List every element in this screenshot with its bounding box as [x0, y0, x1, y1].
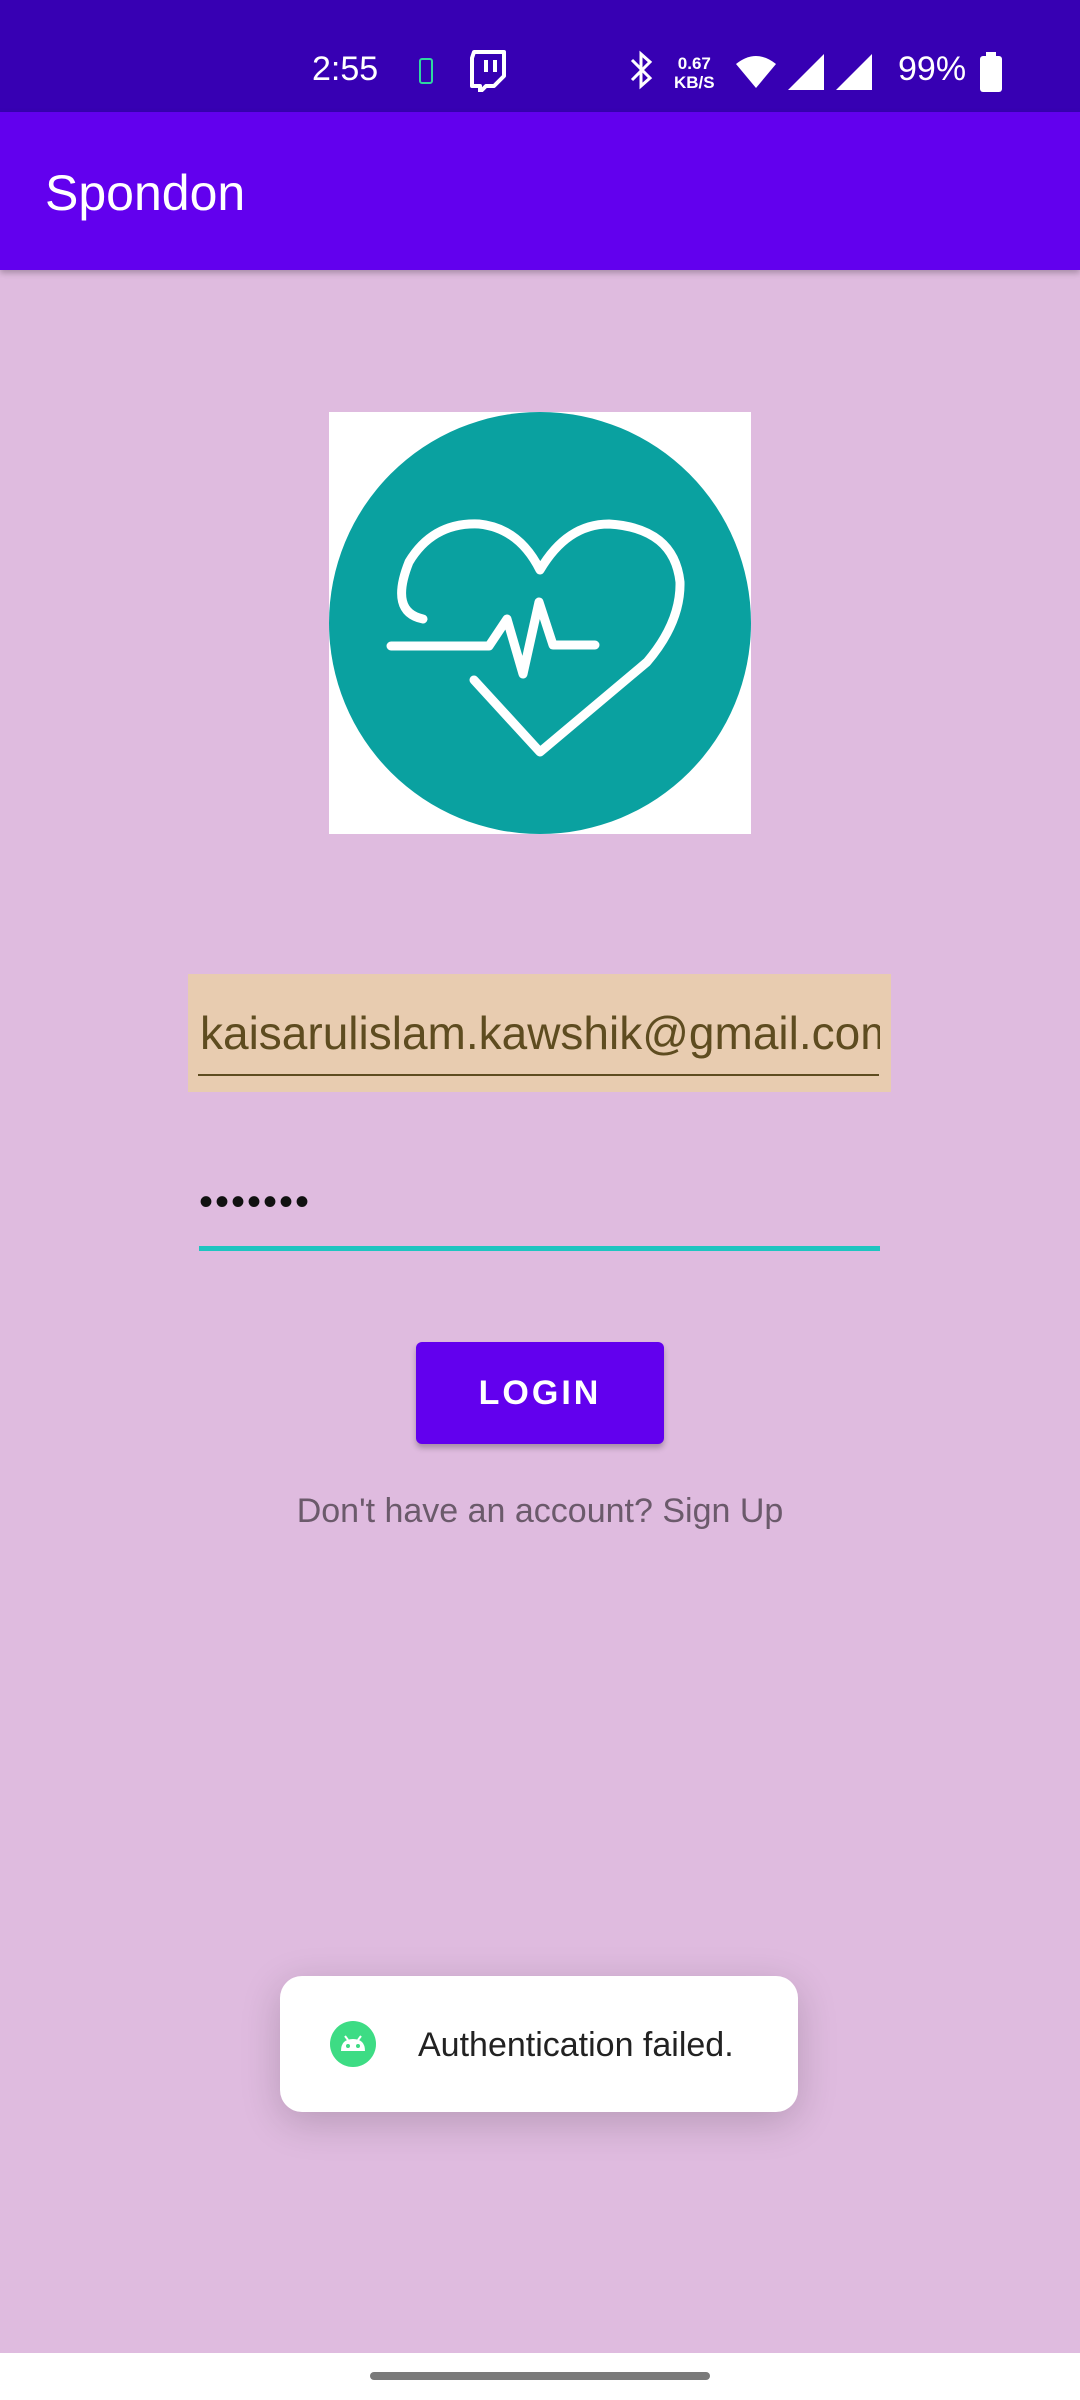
signal-icon — [836, 54, 872, 90]
toast-message: Authentication failed. — [418, 2026, 734, 2064]
bluetooth-icon — [630, 50, 653, 90]
heart-pulse-icon — [329, 412, 751, 834]
navigation-bar — [0, 2353, 1080, 2400]
signup-link[interactable]: Don't have an account? Sign Up — [0, 1492, 1080, 1531]
status-bar: 2:55 0.67 KB/S 99% — [0, 0, 1080, 112]
status-time: 2:55 — [312, 50, 379, 88]
password-input-value[interactable]: ••••••• — [199, 1180, 311, 1225]
network-speed: 0.67 KB/S — [674, 54, 715, 92]
twitch-icon — [470, 50, 506, 92]
android-icon — [330, 2021, 376, 2067]
battery-saver-icon — [419, 58, 433, 84]
password-underline — [199, 1246, 880, 1251]
network-speed-unit: KB/S — [674, 73, 715, 92]
network-speed-value: 0.67 — [677, 54, 711, 73]
password-field[interactable]: ••••••• — [199, 1180, 880, 1252]
email-input-value[interactable]: kaisarulislam.kawshik@gmail.com — [200, 1006, 880, 1060]
signal-icon — [788, 54, 824, 90]
gesture-handle[interactable] — [370, 2372, 710, 2380]
email-field[interactable]: kaisarulislam.kawshik@gmail.com — [188, 974, 891, 1092]
app-title: Spondon — [45, 165, 246, 221]
login-screen: kaisarulislam.kawshik@gmail.com ••••••• … — [0, 270, 1080, 2353]
wifi-icon — [736, 56, 776, 88]
login-button[interactable]: LOGIN — [416, 1342, 664, 1444]
battery-icon — [980, 52, 1002, 92]
email-underline — [198, 1074, 879, 1076]
app-logo — [329, 412, 751, 834]
app-bar: Spondon — [0, 112, 1080, 270]
toast: Authentication failed. — [280, 1976, 798, 2112]
battery-percent: 99% — [898, 50, 967, 88]
